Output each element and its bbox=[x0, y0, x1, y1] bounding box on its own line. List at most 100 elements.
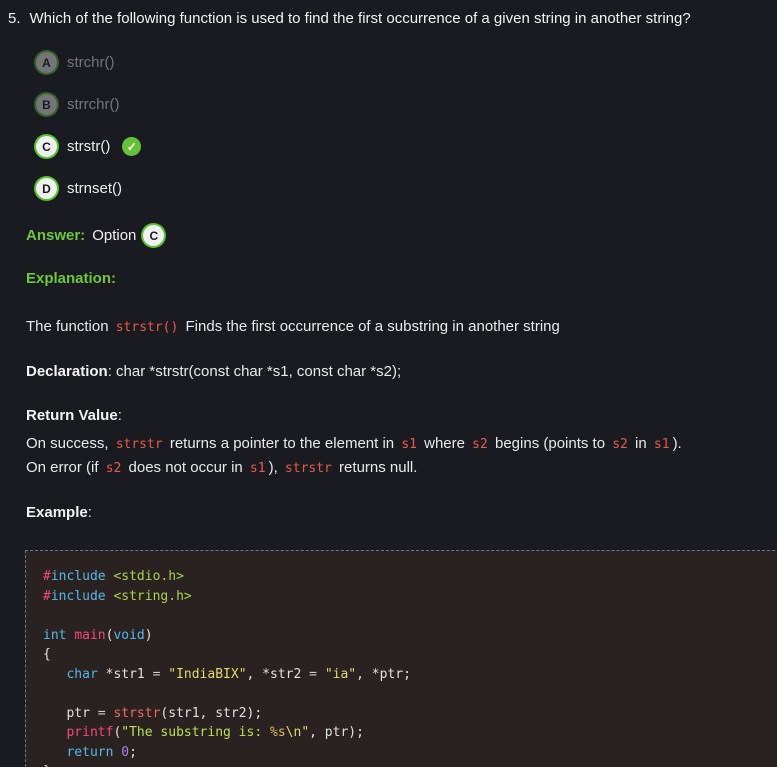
text-run: begins (points to bbox=[491, 435, 609, 452]
text-run: Return Value bbox=[26, 407, 118, 424]
option-letter-badge: C bbox=[36, 136, 57, 157]
text-run: where bbox=[420, 435, 469, 452]
question-text: Which of the following function is used … bbox=[30, 8, 691, 29]
code-token: ; bbox=[129, 745, 137, 760]
declaration-paragraph: Declaration: char *strstr(const char *s1… bbox=[26, 360, 751, 383]
return-value-paragraph: On success, strstr returns a pointer to … bbox=[26, 432, 751, 480]
code-token: The substring is: bbox=[129, 725, 270, 740]
option-label: strstr() bbox=[67, 138, 110, 155]
return-value-heading: Return Value: bbox=[26, 404, 751, 427]
option-row-a[interactable]: Astrchr() bbox=[36, 52, 777, 73]
code-token: "ia" bbox=[325, 667, 356, 682]
code-line: ptr = strstr(str1, str2); bbox=[43, 704, 768, 724]
text-run: ), bbox=[269, 459, 282, 476]
code-pre: #include <stdio.h>#include <string.h> in… bbox=[43, 567, 768, 767]
code-line: #include <stdio.h> bbox=[43, 567, 768, 587]
code-token: include bbox=[51, 589, 106, 604]
code-token: void bbox=[113, 628, 144, 643]
option-label: strnset() bbox=[67, 180, 122, 197]
code-line: return 0; bbox=[43, 743, 768, 763]
option-letter-badge: D bbox=[36, 178, 57, 199]
text-run: : bbox=[118, 407, 122, 424]
code-token: = bbox=[98, 706, 106, 721]
code-token: = bbox=[309, 667, 317, 682]
text-run: in bbox=[631, 435, 651, 452]
inline-code: s2 bbox=[103, 461, 125, 476]
answer-letter-badge: C bbox=[143, 225, 164, 246]
question-number: 5. bbox=[8, 8, 21, 29]
code-token: <string.h> bbox=[113, 589, 191, 604]
answer-option-word: Option bbox=[92, 227, 136, 244]
code-line: } bbox=[43, 762, 768, 767]
text-run: ). bbox=[673, 435, 682, 452]
code-line: #include <string.h> bbox=[43, 587, 768, 607]
inline-code: strstr bbox=[282, 461, 335, 476]
text-run: : char *strstr(const char *s1, const cha… bbox=[108, 363, 401, 380]
inline-code: s1 bbox=[398, 437, 420, 452]
answer-line: Answer: Option C bbox=[26, 225, 777, 246]
inline-code: s2 bbox=[469, 437, 491, 452]
code-token: , *str2 bbox=[247, 667, 310, 682]
code-token: , ptr); bbox=[309, 725, 364, 740]
text-run: does not occur in bbox=[124, 459, 247, 476]
option-row-d[interactable]: Dstrnset() bbox=[36, 178, 777, 199]
code-token: 0 bbox=[121, 745, 129, 760]
inline-code: strstr() bbox=[113, 320, 182, 335]
code-token: %s bbox=[270, 725, 286, 740]
text-run: Finds the first occurrence of a substrin… bbox=[181, 318, 560, 335]
code-token: *str1 bbox=[98, 667, 153, 682]
code-token: # bbox=[43, 589, 51, 604]
code-line bbox=[43, 684, 768, 704]
inline-code: s1 bbox=[247, 461, 269, 476]
inline-code: strstr bbox=[113, 437, 166, 452]
text-run: On error (if bbox=[26, 459, 103, 476]
code-token: char bbox=[66, 667, 97, 682]
code-token: int bbox=[43, 628, 66, 643]
code-token: " bbox=[121, 725, 129, 740]
code-token bbox=[43, 667, 66, 682]
code-token bbox=[43, 725, 66, 740]
text-run: returns a pointer to the element in bbox=[166, 435, 399, 452]
code-line: char *str1 = "IndiaBIX", *str2 = "ia", *… bbox=[43, 665, 768, 685]
option-letter-badge: B bbox=[36, 94, 57, 115]
code-token: printf bbox=[66, 725, 113, 740]
code-token: strstr bbox=[113, 706, 160, 721]
option-row-b[interactable]: Bstrrchr() bbox=[36, 94, 777, 115]
code-token: include bbox=[51, 569, 106, 584]
option-row-c[interactable]: Cstrstr() ✓ bbox=[36, 136, 777, 157]
text-run: On success, bbox=[26, 435, 113, 452]
code-token: ) bbox=[145, 628, 153, 643]
text-run: Declaration bbox=[26, 363, 108, 380]
code-line: printf("The substring is: %s\n", ptr); bbox=[43, 723, 768, 743]
text-run: returns null. bbox=[335, 459, 418, 476]
code-token: ptr bbox=[43, 706, 98, 721]
code-token: { bbox=[43, 647, 51, 662]
option-label: strrchr() bbox=[67, 96, 120, 113]
code-token: main bbox=[74, 628, 105, 643]
code-line: { bbox=[43, 645, 768, 665]
inline-code: s2 bbox=[609, 437, 631, 452]
explanation-paragraph: The function strstr() Finds the first oc… bbox=[26, 315, 751, 339]
code-token: , *ptr; bbox=[356, 667, 411, 682]
code-token: "IndiaBIX" bbox=[168, 667, 246, 682]
question: 5. Which of the following function is us… bbox=[8, 8, 767, 29]
code-token: \n bbox=[286, 725, 302, 740]
options-list: Astrchr() Bstrrchr() Cstrstr() ✓ Dstrnset() bbox=[36, 52, 777, 199]
explanation-heading: Explanation: bbox=[26, 270, 777, 287]
code-line bbox=[43, 606, 768, 626]
option-letter-badge: A bbox=[36, 52, 57, 73]
code-token bbox=[317, 667, 325, 682]
code-token: return bbox=[66, 745, 113, 760]
code-token: <stdio.h> bbox=[113, 569, 183, 584]
code-line: int main(void) bbox=[43, 626, 768, 646]
text-run: The function bbox=[26, 318, 113, 335]
code-block: #include <stdio.h>#include <string.h> in… bbox=[25, 550, 777, 767]
quiz-page: 5. Which of the following function is us… bbox=[0, 0, 777, 767]
text-run: : bbox=[88, 504, 92, 521]
code-token: (str1, str2); bbox=[160, 706, 262, 721]
text-run: Example bbox=[26, 504, 88, 521]
answer-label: Answer: bbox=[26, 227, 85, 244]
example-heading: Example: bbox=[26, 501, 751, 524]
code-token: # bbox=[43, 569, 51, 584]
correct-check-icon: ✓ bbox=[122, 137, 141, 156]
